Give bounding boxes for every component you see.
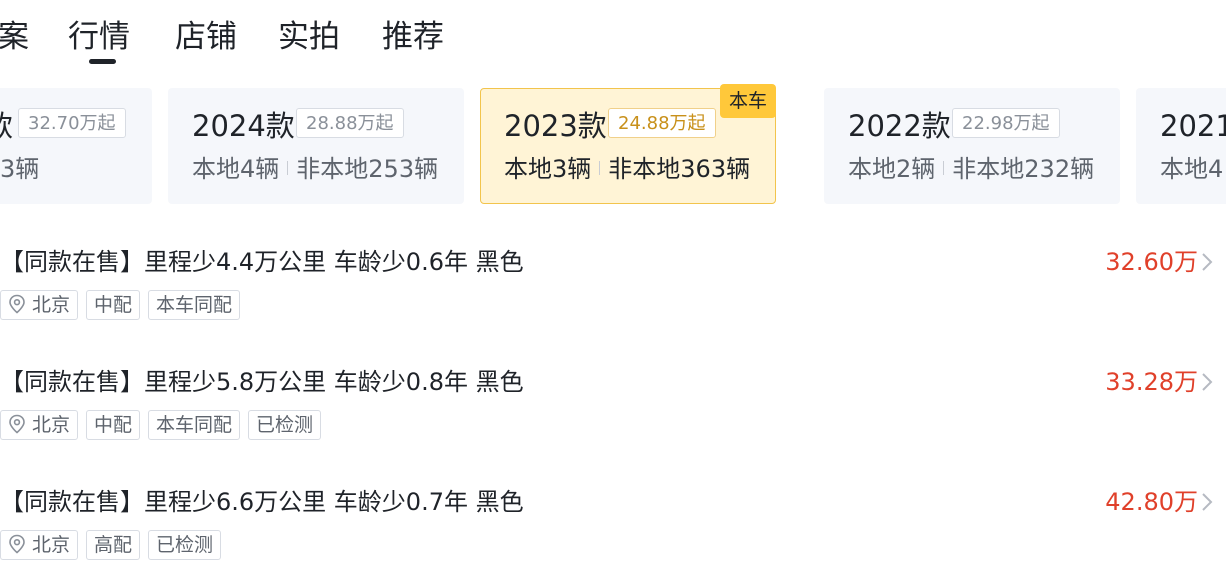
year-card-nonlocal-count: 非本地232辆 [952,155,1095,183]
tab-photos[interactable]: 实拍 [278,14,340,60]
location-pin-icon [9,534,25,554]
location-label: 北京 [32,414,71,436]
listing-price: 32.60万 [1105,248,1198,276]
listing-price: 33.28万 [1105,368,1198,396]
tag-same-config: 本车同配 [148,410,241,440]
tab-partial-left[interactable]: 案 [0,14,29,60]
tag-trim: 中配 [86,410,141,440]
location-label: 北京 [32,534,71,556]
listing-tags: 北京 高配 已检测 [0,530,229,560]
page: 案 行情 店铺 实拍 推荐 款 32.70万起 3辆 2024款 28.88万起… [0,0,1226,564]
tab-store[interactable]: 店铺 [175,14,237,60]
year-card-title: 2022款 [848,109,951,143]
chevron-right-icon[interactable] [1198,492,1216,512]
year-card-stats: 本地4辆 非本地253辆 [192,152,438,186]
tag-trim: 高配 [86,530,141,560]
year-card-title: 2021 [1160,109,1226,143]
year-card-local-count: 本地4辆 [192,155,280,183]
year-card[interactable]: 2024款 28.88万起 本地4辆 非本地253辆 [168,88,464,204]
year-card-local-count: 本地4 [1160,155,1224,183]
year-card-stats: 本地3辆 非本地363辆 [504,152,750,186]
tag-inspected: 已检测 [148,530,222,560]
listing-title: 【同款在售】里程少5.8万公里 车龄少0.8年 黑色 [0,368,524,396]
listing-item[interactable]: 【同款在售】里程少5.8万公里 车龄少0.8年 黑色 33.28万 北京 中配 本车… [0,363,1226,463]
year-card-local-count: 本地3辆 [504,155,592,183]
chevron-right-icon[interactable] [1198,372,1216,392]
listing-title: 【同款在售】里程少6.6万公里 车龄少0.7年 黑色 [0,488,524,516]
year-card-price: 24.88万起 [608,108,716,138]
year-card-current[interactable]: 2023款 24.88万起 本地3辆 非本地363辆 本车 [480,84,776,204]
year-card-title: 2024款 [192,109,295,143]
year-card-stats: 本地4 [1160,152,1223,186]
year-card[interactable]: 2022款 22.98万起 本地2辆 非本地232辆 [824,88,1120,204]
divider [287,161,289,175]
listing-title: 【同款在售】里程少4.4万公里 车龄少0.6年 黑色 [0,248,524,276]
active-tab-indicator [89,59,116,64]
listing-tags: 北京 中配 本车同配 已检测 [0,410,329,440]
year-card-nonlocal-count: 3辆 [0,155,40,183]
year-card-stats: 本地2辆 非本地232辆 [848,152,1094,186]
divider [599,161,601,175]
tab-recommend[interactable]: 推荐 [382,14,444,60]
tab-market[interactable]: 行情 [68,14,130,60]
year-card-price: 22.98万起 [952,108,1060,138]
location-pin-icon [9,294,25,314]
year-card-price: 28.88万起 [296,108,404,138]
tag-inspected: 已检测 [248,410,322,440]
year-card-local-count: 本地2辆 [848,155,936,183]
year-card-price: 32.70万起 [18,108,126,138]
location-tag: 北京 [0,530,79,560]
location-pin-icon [9,414,25,434]
year-card-title: 2023款 [504,109,607,143]
location-tag: 北京 [0,410,79,440]
year-card-nonlocal-count: 非本地253辆 [296,155,439,183]
year-card-partial[interactable]: 2021 本地4 [1136,88,1226,204]
location-label: 北京 [32,294,71,316]
tag-trim: 中配 [86,290,141,320]
tab-bar: 案 行情 店铺 实拍 推荐 [0,0,1226,70]
year-card-title: 款 [0,106,13,146]
listing-item[interactable]: 【同款在售】里程少6.6万公里 车龄少0.7年 黑色 42.80万 北京 高配 已检… [0,483,1226,564]
divider [943,161,945,175]
listing-tags: 北京 中配 本车同配 [0,290,248,320]
tag-same-config: 本车同配 [148,290,241,320]
year-card-strip[interactable]: 款 32.70万起 3辆 2024款 28.88万起 本地4辆非本地253辆 2… [0,84,1226,204]
listing-item[interactable]: 【同款在售】里程少4.4万公里 车龄少0.6年 黑色 32.60万 北京 中配 本车… [0,243,1226,343]
location-tag: 北京 [0,290,79,320]
chevron-right-icon[interactable] [1198,252,1216,272]
listing-price: 42.80万 [1105,488,1198,516]
year-card[interactable]: 款 32.70万起 3辆 [0,88,152,204]
year-card-nonlocal-count: 非本地363辆 [608,155,751,183]
current-car-badge: 本车 [720,84,776,118]
year-card-stats: 3辆 [0,152,39,186]
